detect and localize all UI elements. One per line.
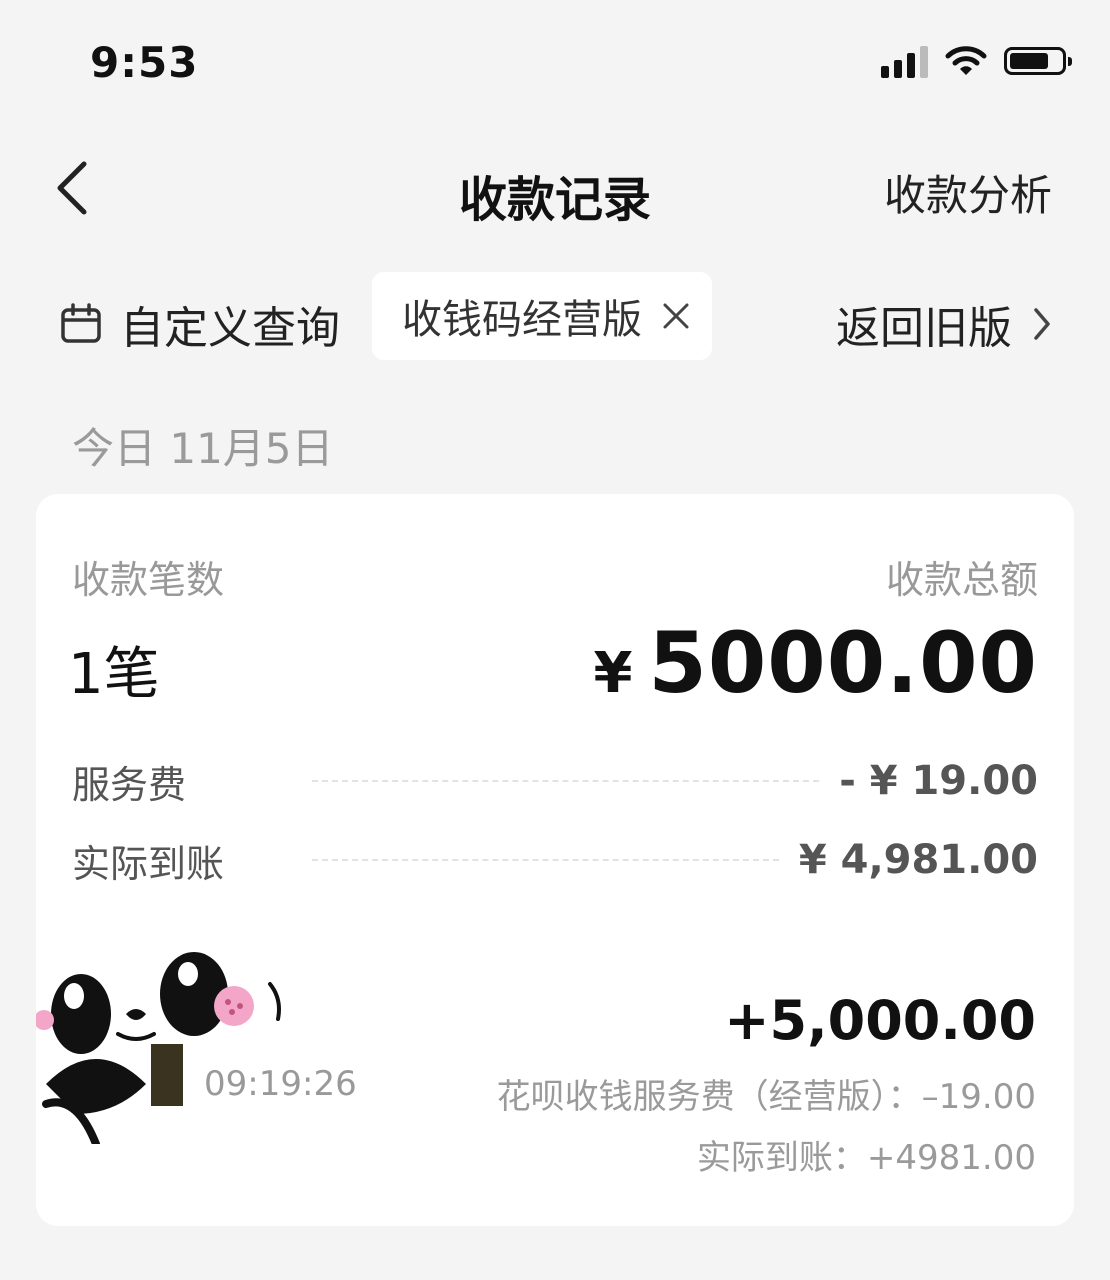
return-old-version-link[interactable]: 返回旧版 xyxy=(836,292,1052,356)
transaction-time: 09:19:26 xyxy=(204,1064,357,1104)
custom-query-label: 自定义查询 xyxy=(120,303,340,354)
count-value: 1笔 xyxy=(68,642,160,707)
status-time: 9:53 xyxy=(90,38,199,87)
transaction-item[interactable]: 09:19:26 +5,000.00 花呗收钱服务费（经营版）：–19.00 实… xyxy=(36,934,1074,1194)
total-label: 收款总额 xyxy=(885,558,1038,602)
total-currency: ¥ xyxy=(593,641,633,706)
service-fee-row: 服务费 - ¥ 19.00 xyxy=(72,756,1038,807)
service-fee-label: 服务费 xyxy=(72,762,187,807)
count-label: 收款笔数 xyxy=(72,558,225,602)
dashed-divider xyxy=(312,780,820,782)
return-old-label: 返回旧版 xyxy=(836,303,1012,354)
transaction-fee-text: 花呗收钱服务费（经营版）：–19.00 xyxy=(496,1077,1036,1117)
date-section-label: 今日 11月5日 xyxy=(72,424,334,473)
status-icons xyxy=(881,44,1072,78)
panda-sticker-icon xyxy=(36,952,281,1144)
receipt-analysis-link[interactable]: 收款分析 xyxy=(884,162,1052,223)
active-filter-chip[interactable]: 收钱码经营版 xyxy=(372,272,712,360)
net-received-label: 实际到账 xyxy=(72,841,225,886)
transaction-amount: +5,000.00 xyxy=(724,989,1036,1052)
battery-icon xyxy=(1004,47,1072,75)
net-received-value: ¥ 4,981.00 xyxy=(798,837,1038,883)
navigation-bar: 收款记录 收款分析 xyxy=(0,130,1110,240)
status-bar: 9:53 xyxy=(0,0,1110,130)
filter-bar: 自定义查询 收钱码经营版 返回旧版 xyxy=(0,270,1110,365)
chevron-right-icon xyxy=(1034,308,1050,340)
calendar-icon xyxy=(61,303,101,343)
wifi-icon xyxy=(945,46,987,75)
filter-chip-label: 收钱码经营版 xyxy=(402,297,642,343)
total-amount-value: 5000.00 xyxy=(648,614,1038,712)
net-received-row: 实际到账 ¥ 4,981.00 xyxy=(72,835,1038,886)
total-amount: ¥ 5000.00 xyxy=(593,614,1038,712)
transaction-net-text: 实际到账：+4981.00 xyxy=(696,1138,1036,1178)
summary-card: 收款笔数 收款总额 1笔 ¥ 5000.00 服务费 - ¥ 19.00 实际到… xyxy=(36,494,1074,1226)
service-fee-value: - ¥ 19.00 xyxy=(839,758,1038,804)
close-icon[interactable] xyxy=(660,300,692,332)
cellular-signal-icon xyxy=(881,44,928,78)
custom-query-button[interactable]: 自定义查询 xyxy=(60,292,340,356)
dashed-divider xyxy=(312,859,779,861)
